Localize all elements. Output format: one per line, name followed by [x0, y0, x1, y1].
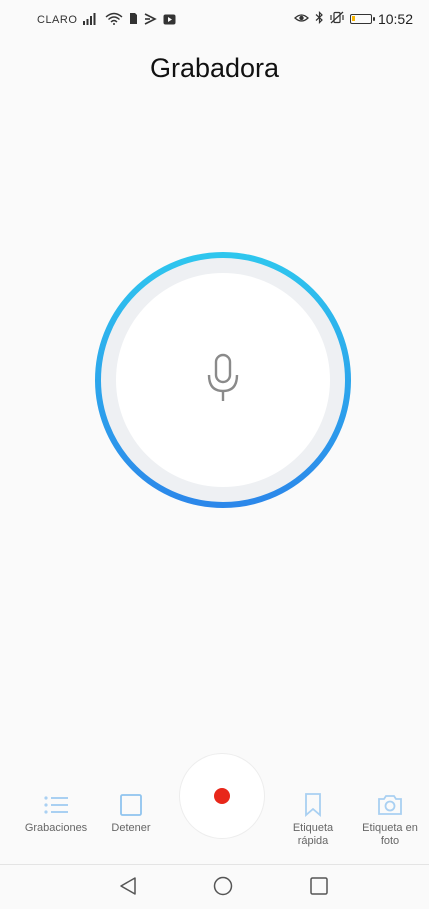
recordings-button[interactable]: Grabaciones [16, 792, 96, 835]
clock: 10:52 [377, 11, 413, 27]
battery-level [351, 16, 355, 21]
record-button[interactable] [180, 754, 264, 838]
back-triangle-icon [119, 876, 137, 901]
photo-tag-button[interactable]: Etiqueta en foto [350, 792, 429, 848]
bookmark-icon [304, 792, 322, 818]
recorder-dial [93, 250, 353, 510]
battery-icon [349, 14, 375, 24]
home-circle-icon [213, 876, 233, 901]
status-right: 10:52 [293, 11, 413, 27]
vibrate-off-icon [330, 11, 344, 27]
list-icon [43, 792, 69, 818]
system-nav-bar [0, 864, 429, 909]
page-title: Grabadora [149, 53, 280, 83]
video-icon [163, 13, 176, 28]
status-bar: CLARO 10:52 [0, 0, 429, 36]
quick-tag-label: Etiqueta rápida [293, 822, 333, 848]
quick-tag-label-line1: Etiqueta [292, 822, 334, 834]
wifi-icon [105, 12, 123, 28]
stop-label: Detener [111, 822, 151, 834]
recents-square-icon [310, 876, 328, 900]
camera-icon [377, 792, 403, 818]
back-button[interactable] [117, 876, 139, 901]
stop-icon [120, 792, 142, 818]
photo-tag-label: Etiqueta en foto [362, 822, 418, 848]
recordings-label: Grabaciones [24, 822, 88, 834]
signal-icon [83, 12, 99, 28]
quick-tag-button[interactable]: Etiqueta rápida [273, 792, 353, 848]
carrier-name: CLARO [37, 14, 78, 26]
record-dot-icon [214, 788, 230, 804]
recents-button[interactable] [308, 876, 330, 900]
quick-tag-label-line2: rápida [297, 835, 329, 847]
photo-tag-label-line2: foto [380, 835, 400, 847]
photo-tag-label-line1: Etiqueta en [362, 822, 418, 834]
microphone-icon [206, 353, 240, 408]
sim-icon [129, 12, 138, 28]
bluetooth-icon [315, 11, 324, 27]
recorder-toolbar: Grabaciones Detener Etiqueta rápida Etiq… [0, 748, 429, 860]
media-icon [144, 12, 158, 28]
microphone-button[interactable] [188, 345, 258, 415]
status-left: CLARO [37, 12, 176, 28]
home-button[interactable] [212, 876, 234, 901]
eye-comfort-icon [293, 12, 309, 27]
stop-button[interactable]: Detener [91, 792, 171, 835]
